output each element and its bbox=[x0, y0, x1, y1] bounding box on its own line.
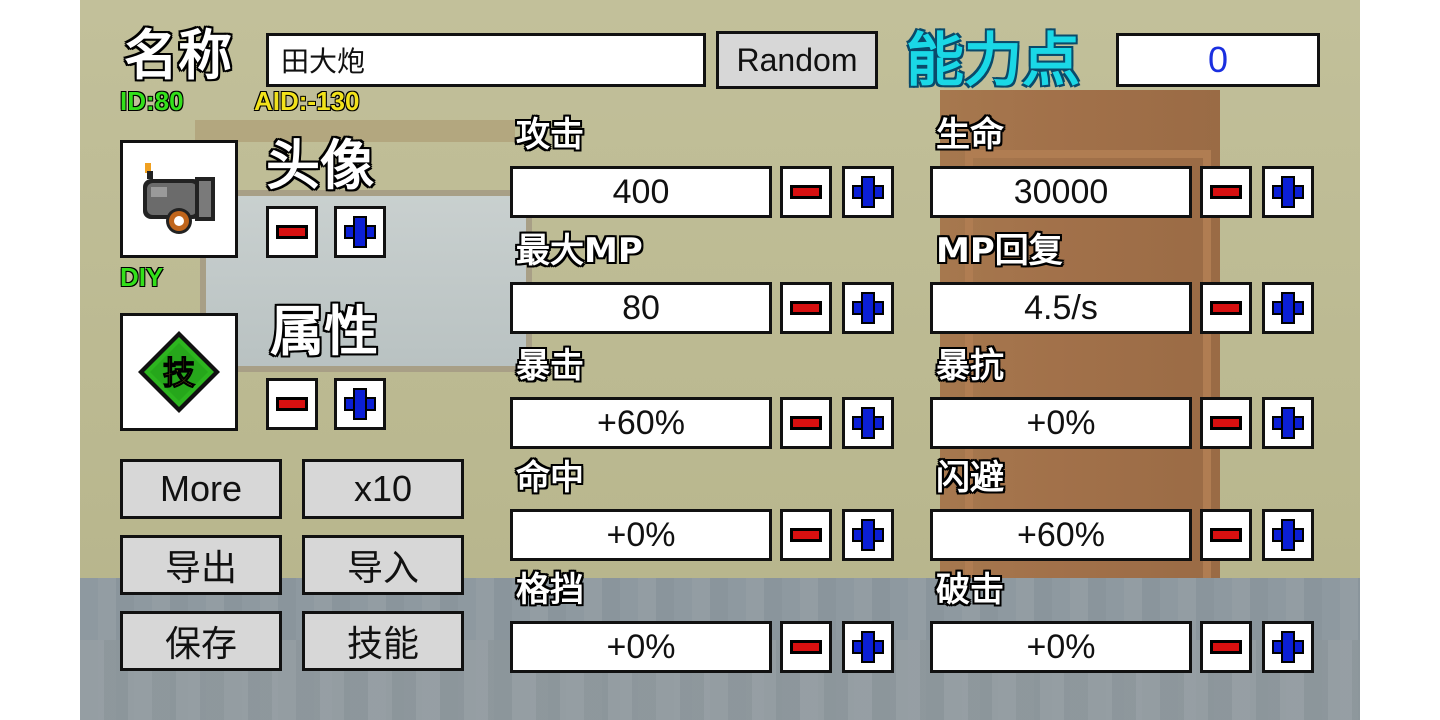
block-minus-button[interactable] bbox=[780, 621, 832, 673]
stat-label-break: 破击 bbox=[936, 570, 1004, 610]
stat-value-crit[interactable]: +60% bbox=[510, 397, 772, 449]
stat-label-attack: 攻击 bbox=[516, 115, 584, 155]
hit-plus-button[interactable] bbox=[842, 509, 894, 561]
minus-icon bbox=[1210, 640, 1242, 654]
stat-label-mp-regen: MP回复 bbox=[936, 231, 1063, 271]
attribute-preview[interactable]: 技 bbox=[120, 313, 238, 431]
avatar-diy-tag: DIY bbox=[120, 262, 164, 292]
dodge-minus-button[interactable] bbox=[1200, 509, 1252, 561]
hit-minus-button[interactable] bbox=[780, 509, 832, 561]
minus-icon bbox=[790, 528, 822, 542]
break-minus-button[interactable] bbox=[1200, 621, 1252, 673]
id-tag: ID:80 bbox=[120, 86, 184, 116]
import-button[interactable]: 导入 bbox=[302, 535, 464, 595]
plus-icon bbox=[854, 409, 882, 437]
save-button[interactable]: 保存 bbox=[120, 611, 282, 671]
avatar-minus-button[interactable] bbox=[266, 206, 318, 258]
x10-button[interactable]: x10 bbox=[302, 459, 464, 519]
attribute-badge-text: 技 bbox=[163, 354, 195, 392]
minus-icon bbox=[276, 397, 308, 411]
minus-icon bbox=[1210, 185, 1242, 199]
stat-label-hp: 生命 bbox=[936, 115, 1004, 155]
minus-icon bbox=[790, 416, 822, 430]
avatar-preview[interactable] bbox=[120, 140, 238, 258]
stat-value-hit[interactable]: +0% bbox=[510, 509, 772, 561]
stat-label-hit: 命中 bbox=[516, 458, 584, 498]
block-plus-button[interactable] bbox=[842, 621, 894, 673]
stat-label-max-mp: 最大MP bbox=[516, 231, 643, 271]
max-mp-plus-button[interactable] bbox=[842, 282, 894, 334]
plus-icon bbox=[854, 633, 882, 661]
plus-icon bbox=[1274, 294, 1302, 322]
plus-icon bbox=[854, 294, 882, 322]
avatar-label: 头像 bbox=[266, 134, 374, 197]
max-mp-minus-button[interactable] bbox=[780, 282, 832, 334]
random-button[interactable]: Random bbox=[716, 31, 878, 89]
cannon-icon bbox=[143, 163, 215, 234]
avatar-plus-button[interactable] bbox=[334, 206, 386, 258]
crit-plus-button[interactable] bbox=[842, 397, 894, 449]
mp-regen-plus-button[interactable] bbox=[1262, 282, 1314, 334]
plus-icon bbox=[854, 521, 882, 549]
stat-label-dodge: 闪避 bbox=[936, 458, 1004, 498]
ability-points-label: 能力点 bbox=[906, 26, 1081, 94]
name-input[interactable]: 田大炮 bbox=[266, 33, 706, 87]
attack-minus-button[interactable] bbox=[780, 166, 832, 218]
skill-button[interactable]: 技能 bbox=[302, 611, 464, 671]
plus-icon bbox=[346, 218, 374, 246]
ability-points-value: 0 bbox=[1116, 33, 1320, 87]
crit-resist-plus-button[interactable] bbox=[1262, 397, 1314, 449]
export-button[interactable]: 导出 bbox=[120, 535, 282, 595]
break-plus-button[interactable] bbox=[1262, 621, 1314, 673]
aid-tag: AID:-130 bbox=[254, 86, 360, 116]
minus-icon bbox=[790, 301, 822, 315]
minus-icon bbox=[790, 640, 822, 654]
minus-icon bbox=[1210, 528, 1242, 542]
hp-minus-button[interactable] bbox=[1200, 166, 1252, 218]
stat-value-hp[interactable]: 30000 bbox=[930, 166, 1192, 218]
attack-plus-button[interactable] bbox=[842, 166, 894, 218]
skill-diamond-icon: 技 bbox=[138, 331, 220, 413]
plus-icon bbox=[1274, 521, 1302, 549]
game-screen: 名称 田大炮 Random 能力点 0 ID:80 AID:-130 头像 DI… bbox=[80, 0, 1360, 720]
plus-icon bbox=[346, 390, 374, 418]
hp-plus-button[interactable] bbox=[1262, 166, 1314, 218]
stat-value-attack[interactable]: 400 bbox=[510, 166, 772, 218]
minus-icon bbox=[790, 185, 822, 199]
attribute-plus-button[interactable] bbox=[334, 378, 386, 430]
stat-value-block[interactable]: +0% bbox=[510, 621, 772, 673]
crit-resist-minus-button[interactable] bbox=[1200, 397, 1252, 449]
stat-label-crit-resist: 暴抗 bbox=[936, 346, 1004, 386]
minus-icon bbox=[276, 225, 308, 239]
more-button[interactable]: More bbox=[120, 459, 282, 519]
plus-icon bbox=[1274, 409, 1302, 437]
stat-value-break[interactable]: +0% bbox=[930, 621, 1192, 673]
plus-icon bbox=[1274, 178, 1302, 206]
mp-regen-minus-button[interactable] bbox=[1200, 282, 1252, 334]
attribute-minus-button[interactable] bbox=[266, 378, 318, 430]
stat-value-crit-resist[interactable]: +0% bbox=[930, 397, 1192, 449]
minus-icon bbox=[1210, 416, 1242, 430]
stat-value-max-mp[interactable]: 80 bbox=[510, 282, 772, 334]
stat-label-block: 格挡 bbox=[516, 570, 584, 610]
stat-label-crit: 暴击 bbox=[516, 346, 584, 386]
stat-value-dodge[interactable]: +60% bbox=[930, 509, 1192, 561]
crit-minus-button[interactable] bbox=[780, 397, 832, 449]
plus-icon bbox=[1274, 633, 1302, 661]
dodge-plus-button[interactable] bbox=[1262, 509, 1314, 561]
attribute-label: 属性 bbox=[270, 300, 378, 363]
plus-icon bbox=[854, 178, 882, 206]
stat-value-mp-regen[interactable]: 4.5/s bbox=[930, 282, 1192, 334]
minus-icon bbox=[1210, 301, 1242, 315]
name-label: 名称 bbox=[124, 24, 232, 87]
